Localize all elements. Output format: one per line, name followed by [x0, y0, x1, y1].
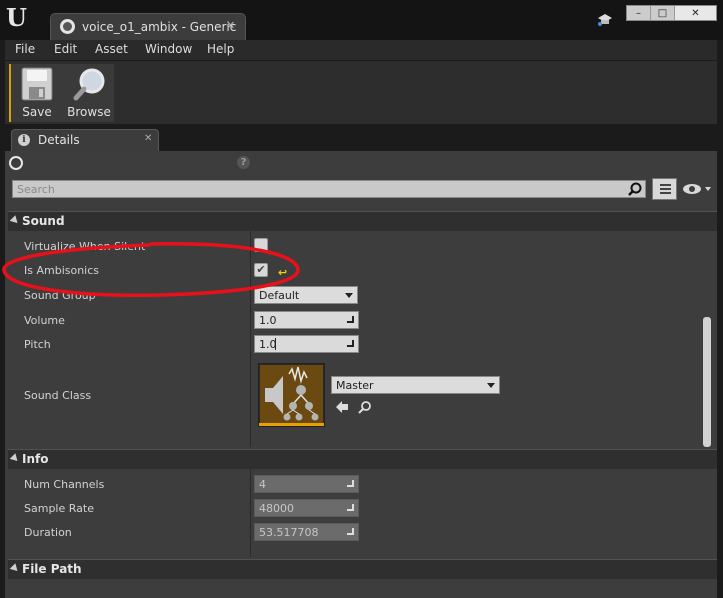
browse-to-asset-icon[interactable] — [358, 401, 371, 414]
tab-details[interactable]: i Details ✕ — [11, 129, 159, 151]
dropdown-arrow-icon — [345, 293, 353, 298]
volume-value: 1.0 — [259, 314, 277, 327]
text-cursor — [275, 338, 276, 350]
list-icon-line — [660, 184, 671, 186]
sound-class-label: Sound Class — [24, 389, 92, 402]
menu-bar: File Edit Asset Window Help — [5, 40, 717, 60]
save-button-label: Save — [22, 105, 52, 119]
pitch-field[interactable]: 1.0 — [254, 335, 359, 353]
duration-field: 53.517708 — [254, 523, 359, 541]
lock-selection-icon[interactable] — [9, 156, 23, 170]
sound-group-dropdown[interactable]: Default — [254, 286, 358, 304]
category-info-label: Info — [22, 452, 49, 466]
title-bar: U voice_o1_ambix - Generic ✕ – □ ✕ — [0, 0, 723, 40]
duration-value: 53.517708 — [259, 526, 319, 539]
menu-file[interactable]: File — [15, 42, 35, 56]
sound-class-asset-buttons — [336, 401, 371, 414]
sound-wave-asset-icon — [60, 19, 75, 34]
toolbar-group-asset: Save Browse — [9, 64, 114, 122]
asset-editor-tab-label: voice_o1_ambix - Generic — [82, 20, 237, 34]
dropdown-arrow-icon — [487, 383, 495, 388]
num-channels-field: 4 — [254, 475, 359, 493]
sound-group-label: Sound Group — [24, 289, 96, 302]
category-sound-label: Sound — [22, 214, 65, 228]
minimize-button[interactable]: – — [627, 6, 651, 20]
asset-type-color-bar — [259, 423, 324, 426]
tab-details-label: Details — [38, 133, 80, 147]
toolbar: Save Browse — [5, 60, 717, 124]
search-placeholder: Search — [17, 183, 55, 196]
category-file-path-label: File Path — [22, 562, 82, 576]
menu-edit[interactable]: Edit — [54, 42, 77, 56]
virtualize-when-silent-checkbox[interactable] — [254, 238, 268, 252]
menu-window[interactable]: Window — [145, 42, 192, 56]
sound-class-thumbnail[interactable] — [258, 363, 325, 427]
browse-button-label: Browse — [67, 105, 111, 119]
resize-grip-icon — [347, 528, 354, 535]
sound-class-dropdown[interactable]: Master — [331, 376, 500, 394]
info-icon: i — [18, 134, 30, 146]
list-icon-line — [660, 192, 671, 194]
column-divider[interactable] — [250, 231, 251, 447]
unreal-logo-icon: U — [6, 3, 27, 32]
panel-tab-bar: i Details ✕ — [5, 124, 717, 151]
close-details-tab-icon[interactable]: ✕ — [144, 133, 152, 144]
menu-help[interactable]: Help — [207, 42, 234, 56]
close-tab-icon[interactable]: ✕ — [226, 19, 235, 32]
column-divider[interactable] — [250, 469, 251, 557]
sample-rate-field: 48000 — [254, 499, 359, 517]
details-scrollbar[interactable] — [703, 317, 711, 447]
help-icon[interactable]: ? — [237, 156, 250, 169]
sound-group-value: Default — [259, 289, 300, 302]
save-icon — [21, 67, 53, 101]
num-channels-value: 4 — [259, 478, 266, 491]
category-sound-header[interactable]: Sound — [8, 211, 717, 231]
resize-grip-icon — [347, 316, 354, 323]
reset-to-default-icon[interactable]: ↩ — [278, 266, 287, 279]
is-ambisonics-label: Is Ambisonics — [24, 264, 100, 277]
num-channels-label: Num Channels — [24, 478, 105, 491]
search-icon — [628, 182, 642, 196]
maximize-button[interactable]: □ — [651, 6, 675, 20]
details-panel: ? Search Sound Virtualize When Silent Is… — [5, 151, 717, 598]
asset-editor-tab[interactable]: voice_o1_ambix - Generic ✕ — [50, 13, 246, 40]
category-file-path-header[interactable]: File Path — [8, 559, 717, 579]
browse-button[interactable]: Browse — [63, 64, 115, 122]
menu-asset[interactable]: Asset — [95, 42, 128, 56]
resize-grip-icon — [347, 340, 354, 347]
checkmark-icon: ✔ — [256, 263, 266, 276]
sound-class-value: Master — [336, 379, 374, 392]
resize-grip-icon — [347, 504, 354, 511]
sample-rate-label: Sample Rate — [24, 502, 94, 515]
list-icon-line — [660, 188, 671, 190]
collapse-arrow-icon — [9, 453, 21, 464]
magnifier-browse-icon — [73, 68, 105, 101]
category-info-header[interactable]: Info — [8, 449, 717, 469]
pitch-value: 1.0 — [259, 338, 277, 351]
property-matrix-button[interactable] — [652, 178, 677, 200]
is-ambisonics-checkbox[interactable]: ✔ — [254, 263, 268, 277]
volume-field[interactable]: 1.0 — [254, 311, 359, 329]
sample-rate-value: 48000 — [259, 502, 294, 515]
search-input[interactable]: Search — [12, 180, 646, 198]
resize-grip-icon — [347, 480, 354, 487]
duration-label: Duration — [24, 526, 72, 539]
pitch-label: Pitch — [24, 338, 51, 351]
collapse-arrow-icon — [9, 215, 21, 226]
graduation-cap-icon[interactable] — [597, 13, 613, 27]
virtualize-when-silent-label: Virtualize When Silent — [24, 240, 146, 253]
sound-class-icon — [260, 365, 323, 423]
window-controls: – □ ✕ — [626, 5, 717, 21]
collapse-arrow-icon — [9, 563, 21, 574]
volume-label: Volume — [24, 314, 65, 327]
close-window-button[interactable]: ✕ — [675, 6, 716, 20]
view-options-eye-icon[interactable] — [681, 181, 713, 197]
use-selected-arrow-icon[interactable] — [336, 401, 348, 413]
save-button[interactable]: Save — [11, 64, 63, 122]
